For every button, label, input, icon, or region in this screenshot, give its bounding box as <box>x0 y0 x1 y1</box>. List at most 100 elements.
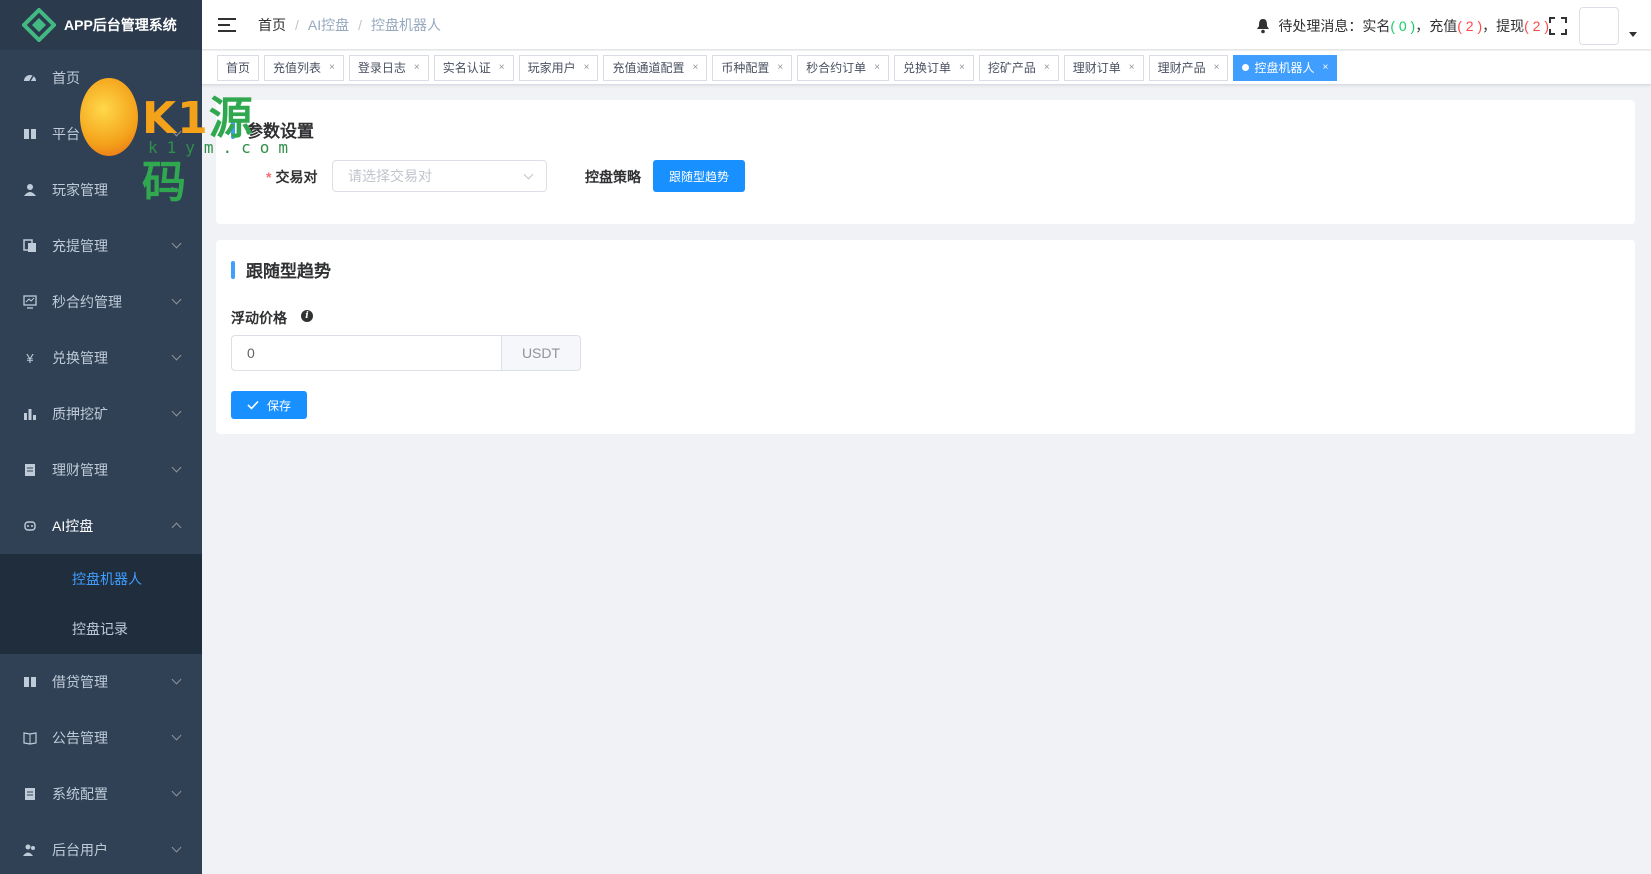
chevron-down-icon <box>171 126 182 137</box>
breadcrumb-item[interactable]: 首页 <box>258 15 286 35</box>
sidebar-item-label: 理财管理 <box>52 462 108 478</box>
sidebar-item-label: 玩家管理 <box>52 182 108 198</box>
tag-finance-orders[interactable]: 理财订单 × <box>1063 54 1144 81</box>
close-icon[interactable]: × <box>499 62 505 73</box>
chevron-down-icon <box>171 238 182 249</box>
trading-pair-select[interactable]: 请选择交易对 <box>332 160 547 192</box>
brand-title: APP后台管理系统 <box>64 17 177 33</box>
close-icon[interactable]: × <box>414 62 420 73</box>
user-icon <box>22 182 38 198</box>
chevron-down-icon <box>171 350 182 361</box>
title-accent-bar <box>231 260 235 279</box>
float-price-label: 浮动价格 <box>231 310 287 326</box>
sidebar-item-admin-users[interactable]: 后台用户 <box>0 822 202 874</box>
tag-mining-products[interactable]: 挖矿产品 × <box>978 54 1059 81</box>
tag-label: 首页 <box>226 61 251 75</box>
copy-icon <box>22 238 38 254</box>
pair-label: * 交易对 <box>266 169 318 185</box>
tag-label: 充值列表 <box>273 61 322 75</box>
logo-icon <box>21 7 57 43</box>
pending-notice[interactable]: 待处理消息：实名 ( 0 ) ，充值 ( 2 ) ，提现 ( 2 ) <box>1256 16 1549 36</box>
sidebar-item-exchange[interactable]: ¥ 兑换管理 <box>0 330 202 386</box>
tag-label: 兑换订单 <box>903 61 952 75</box>
sidebar-subitem-control-robot[interactable]: 控盘机器人 <box>0 554 202 604</box>
tag-control-robot[interactable]: 控盘机器人 × <box>1233 54 1338 81</box>
menu-toggle-icon[interactable] <box>218 17 236 32</box>
tag-label: 币种配置 <box>721 61 770 75</box>
strategy-label: 控盘策略 <box>585 169 641 185</box>
close-icon[interactable]: × <box>692 62 698 73</box>
sidebar-item-ai-control[interactable]: AI控盘 <box>0 498 202 554</box>
close-icon[interactable]: × <box>584 62 590 73</box>
close-icon[interactable]: × <box>1044 62 1050 73</box>
tag-exchange-orders[interactable]: 兑换订单 × <box>894 54 974 81</box>
active-dot-icon <box>1242 64 1250 71</box>
top-navbar: 首页 / AI控盘 / 控盘机器人 待处理消息：实名 ( 0 ) ，充值 ( 2… <box>202 0 1651 50</box>
sidebar-item-home[interactable]: 首页 <box>0 50 202 106</box>
tag-label: 充值通道配置 <box>612 61 685 75</box>
avatar[interactable] <box>1579 7 1619 45</box>
sidebar-item-label: 充提管理 <box>52 238 108 254</box>
notice-prefix: 待处理消息：实名 <box>1278 18 1391 34</box>
close-icon[interactable]: × <box>329 62 335 73</box>
tag-currency-config[interactable]: 币种配置 × <box>712 54 793 81</box>
close-icon[interactable]: × <box>874 62 880 73</box>
close-icon[interactable]: × <box>1214 62 1220 73</box>
tag-home[interactable]: 首页 <box>217 54 260 81</box>
chevron-down-icon <box>171 462 182 473</box>
tag-player-users[interactable]: 玩家用户 × <box>518 54 599 81</box>
tag-realname[interactable]: 实名认证 × <box>433 54 514 81</box>
tag-label: 挖矿产品 <box>987 61 1036 75</box>
brand: APP后台管理系统 <box>0 0 202 50</box>
sidebar-item-deposit-withdraw[interactable]: 充提管理 <box>0 218 202 274</box>
tag-label: 实名认证 <box>442 61 491 75</box>
strategy-trend-button[interactable]: 跟随型趋势 <box>653 160 745 192</box>
withdraw-count: ( 2 ) <box>1524 18 1549 34</box>
caret-down-icon[interactable] <box>1629 32 1637 37</box>
users-icon <box>22 842 38 858</box>
sidebar-item-contracts[interactable]: 秒合约管理 <box>0 274 202 330</box>
sidebar-item-announcements[interactable]: 公告管理 <box>0 710 202 766</box>
fullscreen-icon[interactable] <box>1549 17 1567 35</box>
save-button[interactable]: 保存 <box>231 391 307 419</box>
sidebar-item-loans[interactable]: 借贷管理 <box>0 654 202 710</box>
info-icon[interactable]: i <box>301 310 313 322</box>
chevron-down-icon <box>171 842 182 853</box>
notice-recharge-label: ，充值 <box>1415 18 1458 34</box>
title-accent-bar <box>231 120 235 139</box>
notice-withdraw-label: ，提现 <box>1482 18 1525 34</box>
tag-contract-orders[interactable]: 秒合约订单 × <box>797 54 890 81</box>
breadcrumb: 首页 / AI控盘 / 控盘机器人 <box>258 15 441 35</box>
float-price-input[interactable]: 0 <box>231 335 501 371</box>
tag-label: 理财产品 <box>1157 61 1206 75</box>
close-icon[interactable]: × <box>777 62 783 73</box>
sidebar-item-staking[interactable]: 质押挖矿 <box>0 386 202 442</box>
sidebar-item-system-config[interactable]: 系统配置 <box>0 766 202 822</box>
recharge-count: ( 2 ) <box>1457 18 1483 34</box>
close-icon[interactable]: × <box>1129 62 1135 73</box>
yen-icon: ¥ <box>26 350 34 366</box>
breadcrumb-separator: / <box>295 16 299 33</box>
float-price-input-group: 0 USDT <box>231 335 581 371</box>
sidebar-subitem-control-records[interactable]: 控盘记录 <box>0 604 202 654</box>
book-icon <box>22 674 38 690</box>
chevron-down-icon <box>523 169 534 180</box>
submenu-ai-control: 控盘机器人 控盘记录 <box>0 554 202 654</box>
bar-chart-icon <box>22 406 38 422</box>
tag-finance-products[interactable]: 理财产品 × <box>1148 54 1229 81</box>
chevron-down-icon <box>171 730 182 741</box>
close-icon[interactable]: × <box>959 62 965 73</box>
tag-label: 玩家用户 <box>527 61 576 75</box>
sidebar-item-platform[interactable]: 平台 <box>0 106 202 162</box>
sidebar-item-players[interactable]: 玩家管理 <box>0 162 202 218</box>
tag-recharge-list[interactable]: 充值列表 × <box>264 54 344 81</box>
realname-count: ( 0 ) <box>1390 18 1416 34</box>
tag-login-log[interactable]: 登录日志 × <box>348 54 429 81</box>
sidebar-item-label: 系统配置 <box>52 786 108 802</box>
trend-card: 跟随型趋势 浮动价格 i 0 USDT 保存 <box>216 240 1635 434</box>
close-icon[interactable]: × <box>1322 62 1328 73</box>
sidebar-item-label: 借贷管理 <box>52 674 108 690</box>
chevron-up-icon <box>171 522 182 533</box>
sidebar-item-finance[interactable]: 理财管理 <box>0 442 202 498</box>
tag-recharge-channel[interactable]: 充值通道配置 × <box>603 54 708 81</box>
